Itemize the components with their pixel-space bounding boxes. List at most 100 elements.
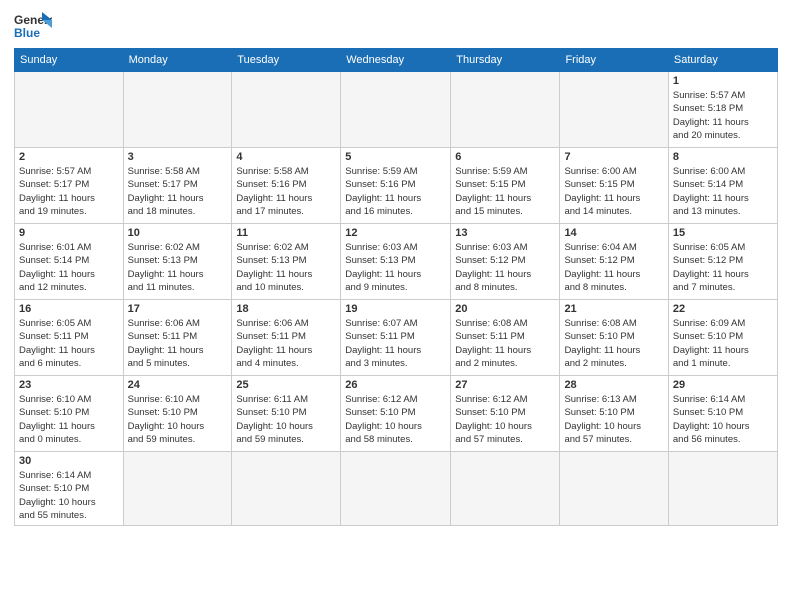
day-info: Sunrise: 6:03 AM Sunset: 5:13 PM Dayligh…	[345, 241, 446, 294]
calendar-cell	[123, 452, 232, 526]
calendar-cell	[341, 72, 451, 148]
day-number: 25	[236, 379, 336, 391]
day-info: Sunrise: 6:07 AM Sunset: 5:11 PM Dayligh…	[345, 317, 446, 370]
calendar-cell: 27 Sunrise: 6:12 AM Sunset: 5:10 PM Dayli…	[451, 376, 560, 452]
calendar-cell	[451, 452, 560, 526]
day-info: Sunrise: 6:10 AM Sunset: 5:10 PM Dayligh…	[128, 393, 228, 446]
page: General Blue SundayMondayTuesdayWednesda…	[0, 0, 792, 612]
day-number: 24	[128, 379, 228, 391]
day-number: 23	[19, 379, 119, 391]
day-number: 29	[673, 379, 773, 391]
logo: General Blue	[14, 10, 52, 42]
day-info: Sunrise: 6:13 AM Sunset: 5:10 PM Dayligh…	[564, 393, 663, 446]
day-info: Sunrise: 6:05 AM Sunset: 5:11 PM Dayligh…	[19, 317, 119, 370]
calendar-week-row: 23 Sunrise: 6:10 AM Sunset: 5:10 PM Dayli…	[15, 376, 778, 452]
calendar-cell	[451, 72, 560, 148]
calendar-cell: 5 Sunrise: 5:59 AM Sunset: 5:16 PM Daylig…	[341, 148, 451, 224]
day-number: 6	[455, 151, 555, 163]
header: General Blue	[14, 10, 778, 42]
generalblue-logo-icon: General Blue	[14, 10, 52, 42]
weekday-header-sunday: Sunday	[15, 49, 124, 72]
calendar-cell	[232, 72, 341, 148]
calendar-cell: 6 Sunrise: 5:59 AM Sunset: 5:15 PM Daylig…	[451, 148, 560, 224]
calendar-cell: 20 Sunrise: 6:08 AM Sunset: 5:11 PM Dayli…	[451, 300, 560, 376]
calendar-week-row: 9 Sunrise: 6:01 AM Sunset: 5:14 PM Daylig…	[15, 224, 778, 300]
calendar-week-row: 2 Sunrise: 5:57 AM Sunset: 5:17 PM Daylig…	[15, 148, 778, 224]
calendar-cell: 17 Sunrise: 6:06 AM Sunset: 5:11 PM Dayli…	[123, 300, 232, 376]
day-info: Sunrise: 6:00 AM Sunset: 5:15 PM Dayligh…	[564, 165, 663, 218]
day-info: Sunrise: 6:11 AM Sunset: 5:10 PM Dayligh…	[236, 393, 336, 446]
day-info: Sunrise: 5:59 AM Sunset: 5:16 PM Dayligh…	[345, 165, 446, 218]
day-number: 4	[236, 151, 336, 163]
calendar-cell: 15 Sunrise: 6:05 AM Sunset: 5:12 PM Dayli…	[668, 224, 777, 300]
day-info: Sunrise: 6:01 AM Sunset: 5:14 PM Dayligh…	[19, 241, 119, 294]
day-info: Sunrise: 6:10 AM Sunset: 5:10 PM Dayligh…	[19, 393, 119, 446]
day-info: Sunrise: 6:02 AM Sunset: 5:13 PM Dayligh…	[128, 241, 228, 294]
calendar-cell: 10 Sunrise: 6:02 AM Sunset: 5:13 PM Dayli…	[123, 224, 232, 300]
day-number: 7	[564, 151, 663, 163]
day-number: 19	[345, 303, 446, 315]
calendar-cell: 24 Sunrise: 6:10 AM Sunset: 5:10 PM Dayli…	[123, 376, 232, 452]
calendar-cell	[15, 72, 124, 148]
calendar-cell: 26Sunrise: 6:12 AM Sunset: 5:10 PM Dayli…	[341, 376, 451, 452]
calendar-cell	[123, 72, 232, 148]
day-info: Sunrise: 6:08 AM Sunset: 5:11 PM Dayligh…	[455, 317, 555, 370]
day-info: Sunrise: 5:58 AM Sunset: 5:16 PM Dayligh…	[236, 165, 336, 218]
day-number: 20	[455, 303, 555, 315]
calendar-cell: 18 Sunrise: 6:06 AM Sunset: 5:11 PM Dayli…	[232, 300, 341, 376]
calendar-cell: 9 Sunrise: 6:01 AM Sunset: 5:14 PM Daylig…	[15, 224, 124, 300]
day-info: Sunrise: 6:14 AM Sunset: 5:10 PM Dayligh…	[19, 469, 119, 522]
day-number: 9	[19, 227, 119, 239]
day-number: 27	[455, 379, 555, 391]
day-info: Sunrise: 6:14 AM Sunset: 5:10 PM Dayligh…	[673, 393, 773, 446]
calendar-week-row: 1Sunrise: 5:57 AM Sunset: 5:18 PM Daylig…	[15, 72, 778, 148]
calendar-cell: 30Sunrise: 6:14 AM Sunset: 5:10 PM Dayli…	[15, 452, 124, 526]
calendar-cell: 28Sunrise: 6:13 AM Sunset: 5:10 PM Dayli…	[560, 376, 668, 452]
day-number: 8	[673, 151, 773, 163]
day-number: 17	[128, 303, 228, 315]
calendar-cell: 2 Sunrise: 5:57 AM Sunset: 5:17 PM Daylig…	[15, 148, 124, 224]
day-info: Sunrise: 6:06 AM Sunset: 5:11 PM Dayligh…	[128, 317, 228, 370]
calendar-cell: 23 Sunrise: 6:10 AM Sunset: 5:10 PM Dayli…	[15, 376, 124, 452]
svg-text:Blue: Blue	[14, 26, 40, 40]
day-info: Sunrise: 6:03 AM Sunset: 5:12 PM Dayligh…	[455, 241, 555, 294]
calendar-cell: 7 Sunrise: 6:00 AM Sunset: 5:15 PM Daylig…	[560, 148, 668, 224]
calendar-cell	[668, 452, 777, 526]
day-number: 2	[19, 151, 119, 163]
calendar-cell: 4 Sunrise: 5:58 AM Sunset: 5:16 PM Daylig…	[232, 148, 341, 224]
day-number: 10	[128, 227, 228, 239]
calendar-cell	[232, 452, 341, 526]
day-number: 15	[673, 227, 773, 239]
calendar-cell: 29 Sunrise: 6:14 AM Sunset: 5:10 PM Dayli…	[668, 376, 777, 452]
calendar-cell: 11Sunrise: 6:02 AM Sunset: 5:13 PM Dayli…	[232, 224, 341, 300]
calendar-cell: 1Sunrise: 5:57 AM Sunset: 5:18 PM Daylig…	[668, 72, 777, 148]
calendar-cell: 14Sunrise: 6:04 AM Sunset: 5:12 PM Dayli…	[560, 224, 668, 300]
weekday-header-row: SundayMondayTuesdayWednesdayThursdayFrid…	[15, 49, 778, 72]
day-info: Sunrise: 6:00 AM Sunset: 5:14 PM Dayligh…	[673, 165, 773, 218]
day-number: 22	[673, 303, 773, 315]
day-info: Sunrise: 5:59 AM Sunset: 5:15 PM Dayligh…	[455, 165, 555, 218]
day-number: 16	[19, 303, 119, 315]
calendar-cell: 22Sunrise: 6:09 AM Sunset: 5:10 PM Dayli…	[668, 300, 777, 376]
calendar-week-row: 30Sunrise: 6:14 AM Sunset: 5:10 PM Dayli…	[15, 452, 778, 526]
day-number: 11	[236, 227, 336, 239]
day-info: Sunrise: 6:05 AM Sunset: 5:12 PM Dayligh…	[673, 241, 773, 294]
calendar-cell: 16 Sunrise: 6:05 AM Sunset: 5:11 PM Dayli…	[15, 300, 124, 376]
calendar-cell: 19 Sunrise: 6:07 AM Sunset: 5:11 PM Dayli…	[341, 300, 451, 376]
day-number: 3	[128, 151, 228, 163]
weekday-header-wednesday: Wednesday	[341, 49, 451, 72]
day-info: Sunrise: 6:06 AM Sunset: 5:11 PM Dayligh…	[236, 317, 336, 370]
day-number: 18	[236, 303, 336, 315]
day-number: 21	[564, 303, 663, 315]
weekday-header-friday: Friday	[560, 49, 668, 72]
calendar-cell: 12Sunrise: 6:03 AM Sunset: 5:13 PM Dayli…	[341, 224, 451, 300]
day-info: Sunrise: 6:12 AM Sunset: 5:10 PM Dayligh…	[455, 393, 555, 446]
calendar-cell	[341, 452, 451, 526]
day-info: Sunrise: 5:57 AM Sunset: 5:17 PM Dayligh…	[19, 165, 119, 218]
calendar-cell	[560, 72, 668, 148]
weekday-header-monday: Monday	[123, 49, 232, 72]
calendar-cell: 25 Sunrise: 6:11 AM Sunset: 5:10 PM Dayli…	[232, 376, 341, 452]
day-number: 5	[345, 151, 446, 163]
calendar-cell	[560, 452, 668, 526]
day-info: Sunrise: 6:04 AM Sunset: 5:12 PM Dayligh…	[564, 241, 663, 294]
